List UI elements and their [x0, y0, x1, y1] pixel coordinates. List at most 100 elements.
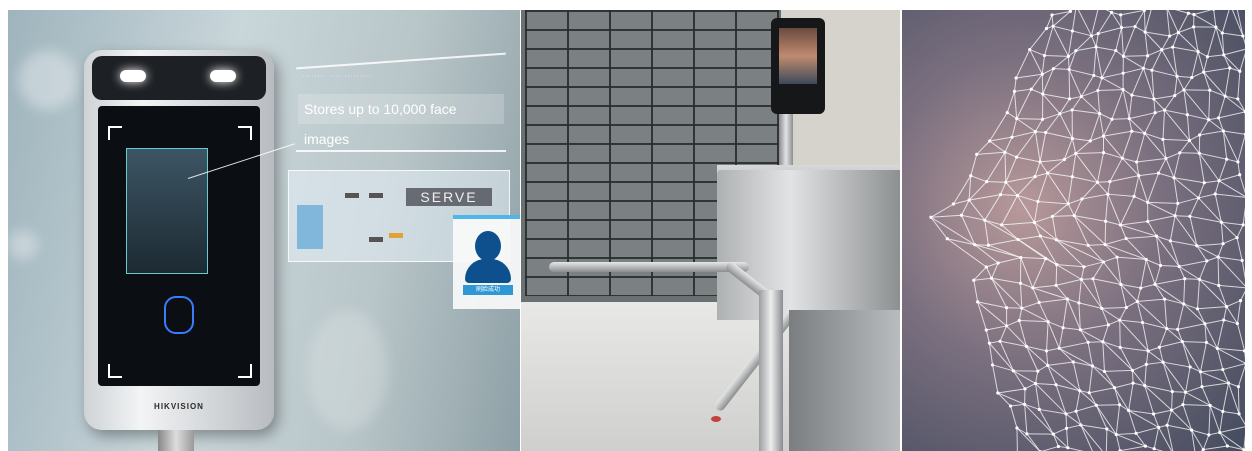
mesh-edge	[1020, 257, 1034, 289]
terminal-screen	[98, 106, 260, 386]
mesh-edge	[1101, 72, 1124, 79]
mesh-node	[1051, 67, 1056, 71]
mesh-edge	[1218, 174, 1240, 182]
mesh-edge	[999, 325, 1008, 342]
mesh-edge	[1177, 197, 1199, 204]
mesh-edge	[1217, 256, 1245, 287]
mesh-edge	[1216, 348, 1224, 370]
mesh-edge	[1006, 112, 1017, 120]
mesh-edge	[1198, 193, 1216, 199]
mesh-edge	[1104, 221, 1107, 245]
mesh-node	[1124, 305, 1128, 310]
mesh-node	[998, 339, 1002, 343]
mesh-edge	[1145, 350, 1149, 365]
mesh-edge	[1172, 391, 1186, 393]
mesh-node	[983, 218, 987, 222]
mesh-edge	[1108, 319, 1120, 326]
mesh-edge	[1177, 303, 1185, 330]
mesh-edge	[1021, 307, 1049, 323]
mesh-edge	[930, 203, 954, 218]
mesh-edge	[986, 325, 1007, 331]
identity-status-tag: 刷脸成功	[463, 285, 513, 295]
mesh-edge	[1201, 382, 1229, 388]
mesh-node	[1078, 389, 1082, 393]
mesh-node	[1162, 108, 1167, 112]
mesh-edge	[1223, 306, 1228, 321]
mesh-edge	[1198, 260, 1208, 280]
mesh-edge	[985, 329, 990, 344]
mesh-node	[1180, 340, 1184, 344]
mesh-node	[1218, 430, 1222, 435]
mesh-edge	[1128, 383, 1134, 411]
mesh-edge	[1097, 90, 1101, 114]
mesh-edge	[1164, 95, 1176, 111]
mesh-node	[1183, 390, 1188, 394]
mesh-edge	[1071, 138, 1077, 154]
mesh-edge	[1208, 431, 1220, 436]
mesh-edge	[1051, 216, 1057, 240]
mesh-node	[1173, 214, 1177, 218]
mesh-edge	[1004, 151, 1017, 158]
mesh-edge	[1147, 201, 1178, 204]
mesh-node	[1103, 242, 1107, 247]
mesh-node	[1205, 259, 1209, 263]
mesh-edge	[1029, 28, 1047, 50]
mesh-edge	[1206, 27, 1217, 57]
mesh-edge	[1041, 445, 1059, 451]
mesh-edge	[1208, 405, 1211, 435]
background-bokeh	[18, 50, 78, 110]
mesh-edge	[1071, 10, 1077, 32]
mesh-edge	[991, 278, 1008, 308]
mesh-node	[1139, 286, 1143, 290]
mesh-node	[959, 213, 964, 217]
mesh-node	[1157, 345, 1162, 349]
mesh-edge	[1170, 240, 1197, 247]
mesh-node	[1106, 323, 1110, 327]
mesh-node	[1106, 192, 1110, 196]
mesh-node	[1025, 432, 1029, 436]
mesh-node	[1221, 129, 1225, 133]
mesh-edge	[1042, 68, 1054, 95]
mesh-edge	[1196, 279, 1200, 309]
mesh-edge	[1158, 427, 1173, 451]
mesh-edge	[1144, 31, 1149, 56]
mesh-node	[1187, 138, 1192, 143]
mesh-edge	[1099, 113, 1104, 137]
mesh-edge	[1146, 361, 1164, 365]
mesh-node	[984, 265, 988, 269]
mesh-node	[1195, 307, 1200, 311]
mesh-edge	[1096, 46, 1116, 52]
mesh-edge	[992, 364, 999, 394]
mesh-edge	[1173, 177, 1179, 204]
mesh-edge	[1006, 91, 1015, 113]
mesh-edge	[1154, 283, 1184, 305]
mesh-edge	[1185, 391, 1211, 406]
mesh-node	[1185, 113, 1189, 117]
mesh-node	[1224, 305, 1229, 309]
mesh-edge	[1105, 220, 1121, 226]
mesh-node	[1140, 320, 1145, 325]
mesh-edge	[1182, 341, 1207, 343]
mesh-node	[1216, 255, 1220, 259]
mesh-edge	[1231, 10, 1244, 37]
mesh-edge	[1119, 319, 1143, 324]
mesh-edge	[970, 175, 987, 183]
mesh-edge	[984, 219, 1002, 226]
mesh-edge	[1219, 432, 1228, 447]
mesh-edge	[1153, 98, 1165, 111]
mesh-edge	[1151, 69, 1178, 77]
mesh-node	[1072, 214, 1076, 218]
mesh-node	[1225, 157, 1229, 161]
mesh-node	[1176, 201, 1180, 206]
mesh-edge	[1005, 156, 1018, 183]
mesh-node	[1198, 370, 1203, 374]
mesh-edge	[1052, 433, 1069, 449]
mesh-node	[1070, 29, 1075, 33]
mesh-edge	[1052, 203, 1069, 217]
mesh-node	[1213, 192, 1217, 196]
mesh-edge	[1174, 10, 1189, 14]
mesh-edge	[1122, 89, 1130, 119]
mesh-node	[1146, 54, 1150, 58]
mesh-edge	[1047, 172, 1073, 178]
mesh-edge	[1019, 320, 1049, 323]
